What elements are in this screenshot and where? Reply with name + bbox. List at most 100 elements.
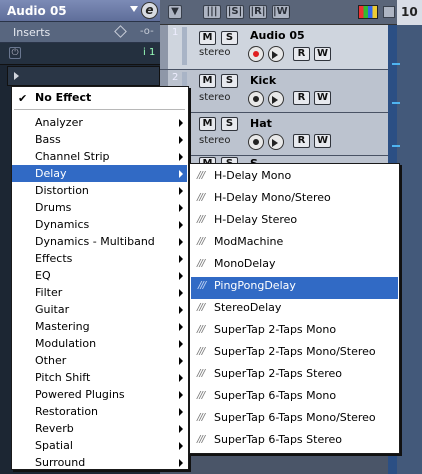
menu-item-supertap-6-taps-stereo[interactable]: /// SuperTap 6-Taps Stereo xyxy=(190,431,399,453)
menu-item-analyzer[interactable]: Analyzer xyxy=(12,114,187,131)
timeline-ruler[interactable]: 10 xyxy=(397,0,422,25)
menu-item-h-delay-mono[interactable]: /// H-Delay Mono xyxy=(190,167,399,189)
menu-item-label: Spatial xyxy=(35,439,73,452)
menu-item-pitch-shift[interactable]: Pitch Shift xyxy=(12,369,187,386)
menu-item-bass[interactable]: Bass xyxy=(12,131,187,148)
menu-item-label: No Effect xyxy=(35,91,92,104)
write-automation-button[interactable]: W xyxy=(314,91,331,105)
menu-item-filter[interactable]: Filter xyxy=(12,284,187,301)
menu-item-delay[interactable]: Delay xyxy=(12,165,187,182)
menu-item-other[interactable]: Other xyxy=(12,352,187,369)
menu-item-spatial[interactable]: Spatial xyxy=(12,437,187,454)
record-enable-button[interactable] xyxy=(248,134,264,150)
submenu-arrow-icon xyxy=(179,357,183,365)
record-enable-button[interactable] xyxy=(248,91,264,107)
write-automation-button[interactable]: W xyxy=(314,134,331,148)
track-list-menu-button[interactable]: ▼ xyxy=(168,5,182,19)
menu-item-h-delay-stereo[interactable]: /// H-Delay Stereo xyxy=(190,211,399,233)
menu-item-distortion[interactable]: Distortion xyxy=(12,182,187,199)
menu-item-supertap-2-taps-stereo[interactable]: /// SuperTap 2-Taps Stereo xyxy=(190,365,399,387)
menu-item-supertap-2-taps-mono[interactable]: /// SuperTap 2-Taps Mono xyxy=(190,321,399,343)
menu-item-powered-plugins[interactable]: Powered Plugins xyxy=(12,386,187,403)
global-write-button[interactable]: |W| xyxy=(272,5,291,19)
track-row[interactable]: 2 M S Kick stereo R W xyxy=(160,70,388,113)
mute-button[interactable]: M xyxy=(199,117,216,131)
channel-header[interactable]: Audio 05 e xyxy=(0,0,160,22)
menu-item-monodelay[interactable]: /// MonoDelay xyxy=(190,255,399,277)
submenu-arrow-icon xyxy=(179,136,183,144)
menu-item-channel-strip[interactable]: Channel Strip xyxy=(12,148,187,165)
global-solo-button[interactable]: |S| xyxy=(226,5,244,19)
menu-item-drums[interactable]: Drums xyxy=(12,199,187,216)
menu-item-dynamics-multiband[interactable]: Dynamics - Multiband xyxy=(12,233,187,250)
menu-item-pingpongdelay[interactable]: /// PingPongDelay xyxy=(191,277,398,299)
menu-item-h-delay-mono-stereo[interactable]: /// H-Delay Mono/Stereo xyxy=(190,189,399,211)
menu-item-label: SuperTap 6-Taps Stereo xyxy=(214,433,342,446)
solo-button[interactable]: S xyxy=(221,117,238,131)
plugin-icon: /// xyxy=(197,368,205,379)
menu-item-guitar[interactable]: Guitar xyxy=(12,301,187,318)
menu-item-supertap-6-taps-mono-stereo[interactable]: /// SuperTap 6-Taps Mono/Stereo xyxy=(190,409,399,431)
power-icon[interactable]: ⏻ xyxy=(9,47,21,59)
record-enable-button[interactable] xyxy=(248,46,264,62)
expand-arrow-icon[interactable] xyxy=(14,72,19,80)
menu-item-modmachine[interactable]: /// ModMachine xyxy=(190,233,399,255)
track-row[interactable]: 1 M S Audio 05 stereo R W xyxy=(160,25,388,70)
read-automation-button[interactable]: R xyxy=(293,47,310,61)
menu-item-stereodelay[interactable]: /// StereoDelay xyxy=(190,299,399,321)
track-number: 1 xyxy=(172,27,179,38)
track-select-strip[interactable] xyxy=(160,25,168,69)
solo-button[interactable]: S xyxy=(221,74,238,88)
menu-item-surround[interactable]: Surround xyxy=(12,454,187,471)
menu-item-dynamics[interactable]: Dynamics xyxy=(12,216,187,233)
monitor-button[interactable] xyxy=(268,134,284,150)
write-automation-button[interactable]: W xyxy=(314,47,331,61)
menu-item-mastering[interactable]: Mastering xyxy=(12,318,187,335)
track-name[interactable]: Audio 05 xyxy=(250,29,305,42)
event-display[interactable] xyxy=(397,25,422,474)
preset-icon[interactable] xyxy=(114,25,127,38)
track-name[interactable]: Hat xyxy=(250,117,272,130)
menu-item-reverb[interactable]: Reverb xyxy=(12,420,187,437)
menu-item-supertap-2-taps-mono-stereo[interactable]: /// SuperTap 2-Taps Mono/Stereo xyxy=(190,343,399,365)
event-marker xyxy=(392,102,400,104)
submenu-arrow-icon xyxy=(179,187,183,195)
menu-item-label: SuperTap 2-Taps Stereo xyxy=(214,367,342,380)
plugin-icon: /// xyxy=(197,324,205,335)
menu-item-restoration[interactable]: Restoration xyxy=(12,403,187,420)
mute-button[interactable]: M xyxy=(199,74,216,88)
toolbar-options-button[interactable] xyxy=(383,6,395,18)
inserts-header[interactable]: Inserts -o- xyxy=(0,22,160,43)
menu-item-label: H-Delay Mono/Stereo xyxy=(214,191,331,204)
track-channel-config: stereo xyxy=(199,135,231,146)
menu-item-no-effect[interactable]: ✔ No Effect xyxy=(12,89,187,107)
menu-item-label: Dynamics - Multiband xyxy=(35,235,155,248)
read-automation-button[interactable]: R xyxy=(293,134,310,148)
dropdown-arrow-icon[interactable] xyxy=(130,6,138,12)
insert-slot-1[interactable] xyxy=(7,66,160,86)
submenu-arrow-icon xyxy=(179,323,183,331)
menu-item-supertap-6-taps-mono[interactable]: /// SuperTap 6-Taps Mono xyxy=(190,387,399,409)
track-color-icon[interactable] xyxy=(358,5,378,19)
bypass-inserts-button[interactable]: -o- xyxy=(140,26,154,37)
global-mute-button[interactable]: ||| xyxy=(203,5,221,19)
monitor-button[interactable] xyxy=(268,46,284,62)
track-name[interactable]: Kick xyxy=(250,74,276,87)
monitor-icon xyxy=(272,96,278,104)
monitor-button[interactable] xyxy=(268,91,284,107)
menu-item-label: MonoDelay xyxy=(214,257,276,270)
solo-button[interactable]: S xyxy=(221,31,238,45)
mute-button[interactable]: M xyxy=(199,31,216,45)
menu-item-label: SuperTap 6-Taps Mono/Stereo xyxy=(214,411,376,424)
monitor-icon xyxy=(272,139,278,147)
menu-item-effects[interactable]: Effects xyxy=(12,250,187,267)
menu-item-label: PingPongDelay xyxy=(214,279,296,292)
plugin-icon: /// xyxy=(198,280,206,291)
menu-item-modulation[interactable]: Modulation xyxy=(12,335,187,352)
menu-item-eq[interactable]: EQ xyxy=(12,267,187,284)
track-row[interactable]: 3 M S Hat stereo R W xyxy=(160,113,388,156)
global-read-button[interactable]: |R| xyxy=(249,5,267,19)
edit-channel-button[interactable]: e xyxy=(141,2,158,19)
menu-item-label: ModMachine xyxy=(214,235,284,248)
read-automation-button[interactable]: R xyxy=(293,91,310,105)
